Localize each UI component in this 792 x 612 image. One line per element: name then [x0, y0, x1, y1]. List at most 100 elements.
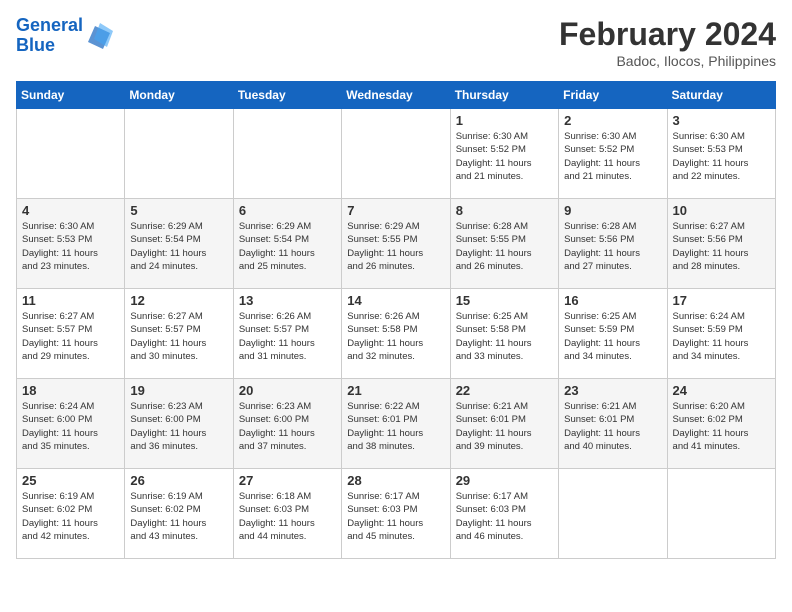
- day-detail: Sunrise: 6:30 AMSunset: 5:52 PMDaylight:…: [456, 130, 553, 183]
- day-number: 6: [239, 203, 336, 218]
- calendar-cell: 13 Sunrise: 6:26 AMSunset: 5:57 PMDayligh…: [233, 289, 341, 379]
- day-number: 10: [673, 203, 770, 218]
- calendar-cell: [233, 109, 341, 199]
- day-detail: Sunrise: 6:25 AMSunset: 5:59 PMDaylight:…: [564, 310, 661, 363]
- calendar-cell: 5Sunrise: 6:29 AMSunset: 5:54 PMDaylight…: [125, 199, 233, 289]
- day-number: 27: [239, 473, 336, 488]
- day-detail: Sunrise: 6:30 AMSunset: 5:52 PMDaylight:…: [564, 130, 661, 183]
- calendar-cell: 26 Sunrise: 6:19 AMSunset: 6:02 PMDayligh…: [125, 469, 233, 559]
- day-number: 23: [564, 383, 661, 398]
- weekday-header-wednesday: Wednesday: [342, 82, 450, 109]
- calendar-cell: 12 Sunrise: 6:27 AMSunset: 5:57 PMDayligh…: [125, 289, 233, 379]
- day-number: 24: [673, 383, 770, 398]
- day-number: 18: [22, 383, 119, 398]
- day-detail: Sunrise: 6:24 AMSunset: 5:59 PMDaylight:…: [673, 310, 770, 363]
- calendar-header: SundayMondayTuesdayWednesdayThursdayFrid…: [17, 82, 776, 109]
- calendar-cell: 25 Sunrise: 6:19 AMSunset: 6:02 PMDayligh…: [17, 469, 125, 559]
- calendar-cell: 2 Sunrise: 6:30 AMSunset: 5:52 PMDaylight…: [559, 109, 667, 199]
- day-detail: Sunrise: 6:27 AMSunset: 5:57 PMDaylight:…: [22, 310, 119, 363]
- calendar-cell: 18 Sunrise: 6:24 AMSunset: 6:00 PMDayligh…: [17, 379, 125, 469]
- calendar-cell: 16 Sunrise: 6:25 AMSunset: 5:59 PMDayligh…: [559, 289, 667, 379]
- calendar-cell: [17, 109, 125, 199]
- day-detail: Sunrise: 6:27 AMSunset: 5:56 PMDaylight:…: [673, 220, 770, 273]
- calendar-table: SundayMondayTuesdayWednesdayThursdayFrid…: [16, 81, 776, 559]
- day-detail: Sunrise: 6:29 AMSunset: 5:55 PMDaylight:…: [347, 220, 444, 273]
- day-number: 16: [564, 293, 661, 308]
- day-detail: Sunrise: 6:29 AMSunset: 5:54 PMDaylight:…: [239, 220, 336, 273]
- calendar-cell: 22 Sunrise: 6:21 AMSunset: 6:01 PMDayligh…: [450, 379, 558, 469]
- month-year: February 2024: [559, 16, 776, 53]
- calendar-cell: 29 Sunrise: 6:17 AMSunset: 6:03 PMDayligh…: [450, 469, 558, 559]
- location: Badoc, Ilocos, Philippines: [559, 53, 776, 69]
- day-detail: Sunrise: 6:26 AMSunset: 5:58 PMDaylight:…: [347, 310, 444, 363]
- weekday-header-sunday: Sunday: [17, 82, 125, 109]
- day-number: 3: [673, 113, 770, 128]
- day-number: 25: [22, 473, 119, 488]
- calendar-cell: 20 Sunrise: 6:23 AMSunset: 6:00 PMDayligh…: [233, 379, 341, 469]
- calendar-cell: 23Sunrise: 6:21 AMSunset: 6:01 PMDayligh…: [559, 379, 667, 469]
- day-number: 28: [347, 473, 444, 488]
- calendar-cell: 27Sunrise: 6:18 AMSunset: 6:03 PMDayligh…: [233, 469, 341, 559]
- day-detail: Sunrise: 6:19 AMSunset: 6:02 PMDaylight:…: [130, 490, 227, 543]
- day-detail: Sunrise: 6:25 AMSunset: 5:58 PMDaylight:…: [456, 310, 553, 363]
- day-detail: Sunrise: 6:23 AMSunset: 6:00 PMDaylight:…: [239, 400, 336, 453]
- weekday-header-friday: Friday: [559, 82, 667, 109]
- calendar-cell: 10 Sunrise: 6:27 AMSunset: 5:56 PMDayligh…: [667, 199, 775, 289]
- day-detail: Sunrise: 6:29 AMSunset: 5:54 PMDaylight:…: [130, 220, 227, 273]
- day-number: 29: [456, 473, 553, 488]
- calendar-cell: 1 Sunrise: 6:30 AMSunset: 5:52 PMDaylight…: [450, 109, 558, 199]
- day-detail: Sunrise: 6:21 AMSunset: 6:01 PMDaylight:…: [456, 400, 553, 453]
- day-number: 14: [347, 293, 444, 308]
- day-detail: Sunrise: 6:30 AMSunset: 5:53 PMDaylight:…: [22, 220, 119, 273]
- calendar-cell: 14 Sunrise: 6:26 AMSunset: 5:58 PMDayligh…: [342, 289, 450, 379]
- logo-text: General Blue: [16, 16, 83, 56]
- day-detail: Sunrise: 6:26 AMSunset: 5:57 PMDaylight:…: [239, 310, 336, 363]
- calendar-week-3: 18 Sunrise: 6:24 AMSunset: 6:00 PMDayligh…: [17, 379, 776, 469]
- day-number: 13: [239, 293, 336, 308]
- calendar-cell: [342, 109, 450, 199]
- day-number: 20: [239, 383, 336, 398]
- day-detail: Sunrise: 6:22 AMSunset: 6:01 PMDaylight:…: [347, 400, 444, 453]
- day-number: 26: [130, 473, 227, 488]
- calendar-cell: 19 Sunrise: 6:23 AMSunset: 6:00 PMDayligh…: [125, 379, 233, 469]
- day-number: 19: [130, 383, 227, 398]
- day-detail: Sunrise: 6:28 AMSunset: 5:56 PMDaylight:…: [564, 220, 661, 273]
- calendar-cell: 6 Sunrise: 6:29 AMSunset: 5:54 PMDaylight…: [233, 199, 341, 289]
- calendar-cell: 4 Sunrise: 6:30 AMSunset: 5:53 PMDaylight…: [17, 199, 125, 289]
- calendar-cell: 11 Sunrise: 6:27 AMSunset: 5:57 PMDayligh…: [17, 289, 125, 379]
- day-detail: Sunrise: 6:17 AMSunset: 6:03 PMDaylight:…: [347, 490, 444, 543]
- day-detail: Sunrise: 6:20 AMSunset: 6:02 PMDaylight:…: [673, 400, 770, 453]
- weekday-header-saturday: Saturday: [667, 82, 775, 109]
- logo-line1: General: [16, 15, 83, 35]
- title-area: February 2024 Badoc, Ilocos, Philippines: [559, 16, 776, 69]
- day-number: 11: [22, 293, 119, 308]
- day-number: 2: [564, 113, 661, 128]
- calendar-cell: [125, 109, 233, 199]
- day-number: 12: [130, 293, 227, 308]
- day-number: 15: [456, 293, 553, 308]
- calendar-cell: 3 Sunrise: 6:30 AMSunset: 5:53 PMDaylight…: [667, 109, 775, 199]
- day-detail: Sunrise: 6:19 AMSunset: 6:02 PMDaylight:…: [22, 490, 119, 543]
- calendar-cell: 21Sunrise: 6:22 AMSunset: 6:01 PMDayligh…: [342, 379, 450, 469]
- day-detail: Sunrise: 6:24 AMSunset: 6:00 PMDaylight:…: [22, 400, 119, 453]
- calendar-cell: 7Sunrise: 6:29 AMSunset: 5:55 PMDaylight…: [342, 199, 450, 289]
- day-number: 22: [456, 383, 553, 398]
- logo-icon: [85, 21, 115, 51]
- day-detail: Sunrise: 6:30 AMSunset: 5:53 PMDaylight:…: [673, 130, 770, 183]
- calendar-cell: 28 Sunrise: 6:17 AMSunset: 6:03 PMDayligh…: [342, 469, 450, 559]
- calendar-cell: [667, 469, 775, 559]
- calendar-cell: [559, 469, 667, 559]
- day-detail: Sunrise: 6:23 AMSunset: 6:00 PMDaylight:…: [130, 400, 227, 453]
- logo-line2: Blue: [16, 35, 55, 55]
- calendar-cell: 8Sunrise: 6:28 AMSunset: 5:55 PMDaylight…: [450, 199, 558, 289]
- weekday-header-thursday: Thursday: [450, 82, 558, 109]
- calendar-week-2: 11 Sunrise: 6:27 AMSunset: 5:57 PMDayligh…: [17, 289, 776, 379]
- calendar-week-4: 25 Sunrise: 6:19 AMSunset: 6:02 PMDayligh…: [17, 469, 776, 559]
- day-detail: Sunrise: 6:17 AMSunset: 6:03 PMDaylight:…: [456, 490, 553, 543]
- calendar-cell: 17 Sunrise: 6:24 AMSunset: 5:59 PMDayligh…: [667, 289, 775, 379]
- day-number: 4: [22, 203, 119, 218]
- day-detail: Sunrise: 6:27 AMSunset: 5:57 PMDaylight:…: [130, 310, 227, 363]
- day-number: 17: [673, 293, 770, 308]
- day-detail: Sunrise: 6:28 AMSunset: 5:55 PMDaylight:…: [456, 220, 553, 273]
- day-number: 1: [456, 113, 553, 128]
